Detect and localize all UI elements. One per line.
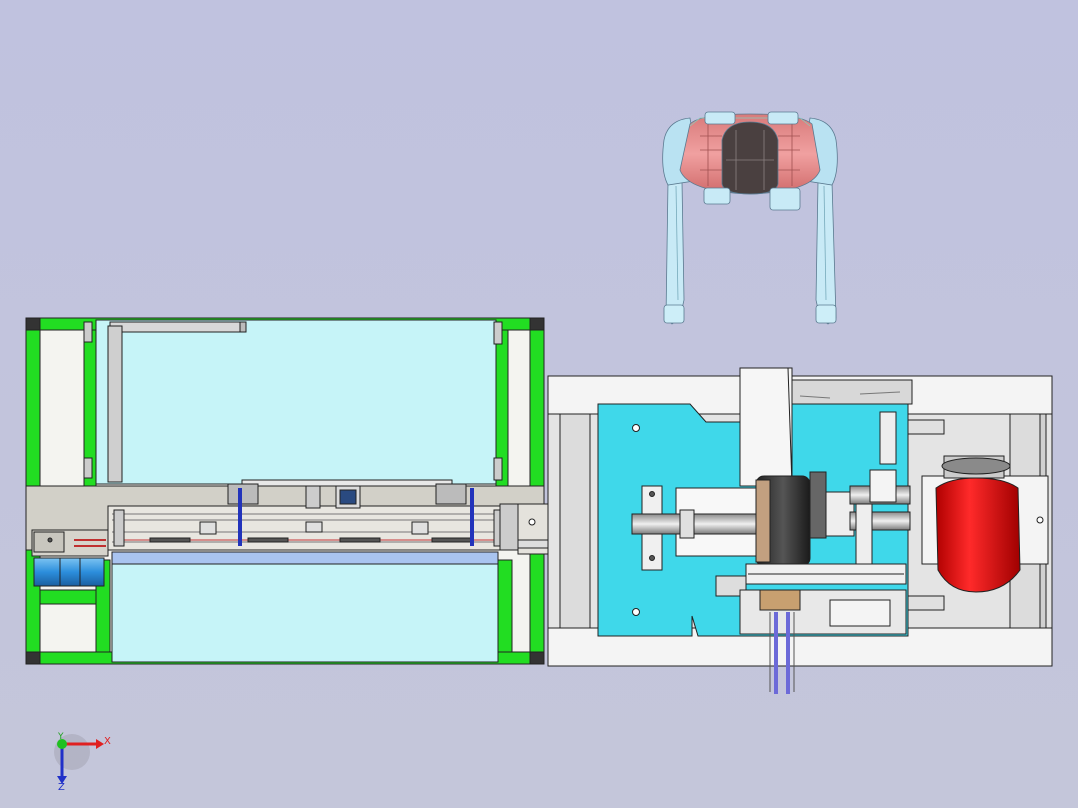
- triad-x-label: X: [104, 736, 111, 747]
- cad-drawing: X Y Z: [0, 0, 1078, 808]
- triad-z-label: Z: [58, 782, 65, 793]
- conveyor-frame: [25, 317, 599, 665]
- brush-station: [547, 367, 1053, 694]
- triad-y-label: Y: [57, 732, 64, 742]
- cad-viewport[interactable]: X Y Z: [0, 0, 1078, 808]
- blue-motor: [33, 557, 105, 587]
- red-motor: [935, 477, 1021, 593]
